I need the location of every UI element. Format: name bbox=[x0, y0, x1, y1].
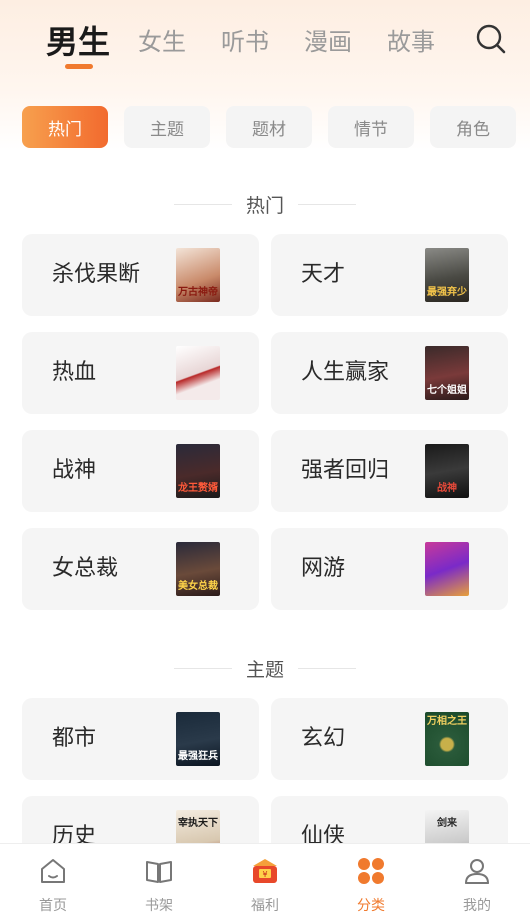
category-card[interactable]: 强者回归 战神 bbox=[271, 430, 508, 512]
category-label: 战神 bbox=[52, 458, 97, 483]
category-label: 人生赢家 bbox=[301, 360, 390, 385]
book-cover: 最强狂兵 bbox=[176, 712, 220, 766]
chip-plot[interactable]: 情节 bbox=[328, 106, 414, 148]
book-cover: 七个姐姐 bbox=[425, 346, 469, 400]
category-card[interactable]: 玄幻 万相之王 bbox=[271, 698, 508, 780]
svg-text:¥: ¥ bbox=[262, 870, 267, 879]
chip-subject[interactable]: 题材 bbox=[226, 106, 312, 148]
book-cover: 美女总裁 bbox=[176, 542, 220, 596]
home-icon bbox=[38, 856, 68, 886]
section-title-theme: 主题 bbox=[0, 653, 530, 683]
category-label: 网游 bbox=[301, 556, 346, 581]
welfare-gift-icon: ¥ bbox=[250, 856, 280, 886]
category-card[interactable]: 战神 龙王赘婿 bbox=[22, 430, 259, 512]
book-cover: 最强弃少 bbox=[425, 248, 469, 302]
divider bbox=[173, 667, 232, 669]
book-cover: 万相之王 bbox=[425, 712, 469, 766]
category-card[interactable]: 都市 最强狂兵 bbox=[22, 698, 259, 780]
tab-comics[interactable]: 漫画 bbox=[304, 22, 352, 57]
top-tabs: 男生 女生 听书 漫画 故事 bbox=[0, 0, 530, 90]
chip-role[interactable]: 角色 bbox=[430, 106, 516, 148]
nav-category[interactable]: 分类 bbox=[318, 844, 424, 916]
nav-label: 我的 bbox=[463, 898, 491, 914]
category-label: 强者回归 bbox=[301, 458, 390, 483]
category-icon bbox=[356, 856, 386, 886]
nav-profile[interactable]: 我的 bbox=[424, 844, 530, 916]
nav-label: 书架 bbox=[145, 898, 173, 914]
category-label: 都市 bbox=[52, 726, 97, 751]
nav-label: 福利 bbox=[251, 898, 279, 914]
section-title-text: 热门 bbox=[245, 194, 284, 217]
book-cover: 万古神帝 bbox=[176, 248, 220, 302]
category-card[interactable]: 网游 bbox=[271, 528, 508, 610]
category-card[interactable]: 热血 bbox=[22, 332, 259, 414]
nav-label: 首页 bbox=[39, 898, 67, 914]
section-title-hot: 热门 bbox=[0, 189, 530, 219]
section-title-text: 主题 bbox=[245, 658, 284, 681]
divider bbox=[298, 203, 356, 205]
bottom-nav: 首页 书架 ¥ 福利 分类 我的 bbox=[0, 843, 530, 916]
bookshelf-icon bbox=[144, 856, 174, 886]
category-label: 玄幻 bbox=[301, 726, 346, 751]
nav-home[interactable]: 首页 bbox=[0, 844, 106, 916]
search-icon[interactable] bbox=[474, 22, 508, 56]
category-card[interactable]: 女总裁 美女总裁 bbox=[22, 528, 259, 610]
tab-stories[interactable]: 故事 bbox=[387, 22, 435, 57]
profile-icon bbox=[462, 856, 492, 886]
category-label: 天才 bbox=[301, 262, 346, 287]
divider bbox=[298, 667, 356, 669]
book-cover: 龙王赘婿 bbox=[176, 444, 220, 498]
divider bbox=[173, 203, 232, 205]
book-cover bbox=[176, 346, 220, 400]
chip-theme[interactable]: 主题 bbox=[124, 106, 210, 148]
tab-audiobook[interactable]: 听书 bbox=[221, 22, 269, 57]
book-cover: 战神 bbox=[425, 444, 469, 498]
nav-label: 分类 bbox=[357, 898, 385, 914]
category-label: 热血 bbox=[52, 360, 97, 385]
category-label: 女总裁 bbox=[52, 556, 119, 581]
nav-bookshelf[interactable]: 书架 bbox=[106, 844, 212, 916]
category-label: 杀伐果断 bbox=[52, 262, 141, 287]
filter-chips: 热门 主题 题材 情节 角色 bbox=[0, 106, 530, 148]
category-card[interactable]: 杀伐果断 万古神帝 bbox=[22, 234, 259, 316]
book-cover bbox=[425, 542, 469, 596]
category-card[interactable]: 人生赢家 七个姐姐 bbox=[271, 332, 508, 414]
chip-hot[interactable]: 热门 bbox=[22, 106, 108, 148]
tab-female[interactable]: 女生 bbox=[138, 22, 186, 57]
tab-male[interactable]: 男生 bbox=[46, 17, 110, 63]
nav-welfare[interactable]: ¥ 福利 bbox=[212, 844, 318, 916]
category-card[interactable]: 天才 最强弃少 bbox=[271, 234, 508, 316]
active-tab-indicator bbox=[65, 64, 93, 69]
